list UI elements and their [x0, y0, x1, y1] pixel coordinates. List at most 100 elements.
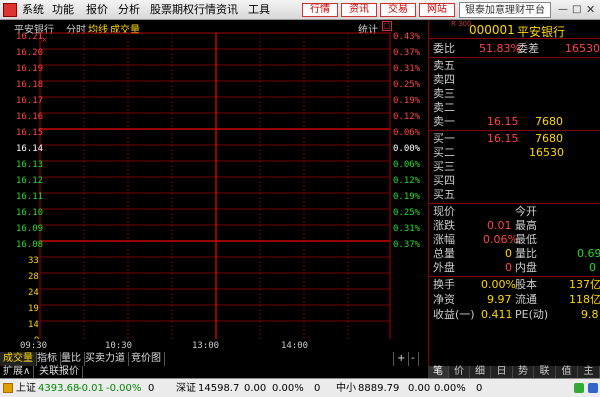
price-label: 16.20 — [16, 48, 44, 58]
tab-auction[interactable]: 竞价图 — [128, 352, 165, 366]
pct-label: 0.43% — [393, 32, 421, 42]
sell-label: 卖一 — [433, 115, 455, 128]
sell-volume: 7680 — [535, 115, 563, 128]
stat-row: 净资 9.97 流通 118亿 — [429, 293, 600, 308]
close-icon[interactable]: ✕ — [586, 3, 595, 16]
tab-link[interactable]: 联 — [534, 366, 556, 378]
tab-volume[interactable]: 成交量 — [0, 352, 37, 366]
buy-label: 买一 — [433, 132, 455, 145]
stat-label: 总量 — [433, 247, 455, 260]
menu-function[interactable]: 功能 — [52, 3, 74, 17]
stat-label: 换手 — [433, 278, 455, 291]
sell-label: 卖五 — [433, 59, 455, 72]
zx-change: 0.00 — [408, 383, 431, 394]
buy-row: 买三 — [429, 160, 600, 174]
restore-icon[interactable]: □ — [572, 4, 581, 15]
stat-row: 收益(一) 0.411 PE(动) 9.8 — [429, 308, 600, 323]
menu-options[interactable]: 股票期权行情 — [150, 3, 216, 17]
detail-tabs: 笔 价 细 日 势 联 值 主 — [428, 366, 600, 378]
trade-button[interactable]: 交易 — [380, 3, 416, 17]
stat-value: 0 — [505, 247, 512, 260]
stock-code: 000001 — [469, 23, 515, 37]
sell-row: 卖一 16.15 7680 — [429, 115, 600, 129]
stat-value: 0 — [505, 261, 512, 274]
news-button[interactable]: 资讯 — [341, 3, 377, 17]
connection-icon — [574, 383, 584, 393]
tab-buy-sell-power[interactable]: 买卖力道 — [82, 352, 129, 366]
indicator-tabs: 成交量 指标 量比 买卖力道 竞价图 + - — [0, 352, 428, 366]
time-label: 10:30 — [105, 341, 133, 351]
buy-row: 买五 — [429, 188, 600, 202]
vol-label: 28 — [28, 272, 39, 282]
tab-indicator[interactable]: 指标 — [34, 352, 61, 366]
zoom-in-button[interactable]: + — [393, 352, 410, 366]
sh-label[interactable]: 上证 — [16, 382, 36, 395]
sell-label: 卖二 — [433, 101, 455, 114]
tab-expand[interactable]: 扩展∧ — [0, 366, 35, 378]
intraday-chart[interactable]: 平安银行 分时 均线 成交量 统计 □ × 16.21 16.20 16.19 … — [0, 20, 428, 352]
sell-row: 卖五 — [429, 59, 600, 73]
vol-label: 19 — [28, 304, 39, 314]
quote-button[interactable]: 行情 — [302, 3, 338, 17]
divider — [429, 57, 600, 58]
bid-diff-label: 委差 — [517, 42, 539, 55]
menu-bar: 系统 功能 报价 分析 股票期权行情 资讯 工具 行情 资讯 交易 网站 银泰加… — [0, 0, 600, 20]
tab-trend[interactable]: 势 — [513, 366, 534, 378]
pct-label: 0.19% — [393, 96, 421, 106]
stat-label: 股本 — [515, 278, 537, 291]
tab-detail[interactable]: 细 — [470, 366, 491, 378]
zx-value: 8889.79 — [358, 383, 400, 394]
bid-ratio-value: 51.83% — [479, 42, 521, 55]
pct-label: 0.31% — [393, 224, 421, 234]
website-button[interactable]: 网站 — [419, 3, 455, 17]
zx-label[interactable]: 中小 — [336, 382, 356, 395]
price-label: 16.09 — [16, 224, 44, 234]
price-label: 16.13 — [16, 160, 44, 170]
tab-main[interactable]: 主 — [578, 366, 600, 378]
vol-label: 33 — [28, 256, 39, 266]
tab-related-quote[interactable]: 关联报价 — [36, 366, 83, 378]
menu-system[interactable]: 系统 — [22, 3, 44, 17]
tab-tick[interactable]: 笔 — [428, 366, 449, 378]
stat-label: 最高 — [515, 219, 537, 232]
pct-label: 0.25% — [393, 208, 421, 218]
time-axis: 09:30 10:30 13:00 14:00 — [0, 339, 428, 352]
time-label: 13:00 — [192, 341, 220, 351]
menu-analysis[interactable]: 分析 — [118, 3, 140, 17]
tab-price[interactable]: 价 — [449, 366, 470, 378]
stat-value: 9.97 — [487, 293, 512, 306]
sell-label: 卖四 — [433, 73, 455, 86]
stat-row: 外盘 0 内盘 0 — [429, 261, 600, 275]
menu-tools[interactable]: 工具 — [248, 3, 270, 17]
tab-volume-ratio[interactable]: 量比 — [58, 352, 85, 366]
stats2-block: 换手 0.00% 股本 137亿 净资 9.97 流通 118亿 收益(一) 0.411 PE(… — [429, 278, 600, 323]
buy-row: 买四 — [429, 174, 600, 188]
platform-button[interactable]: 银泰加意理财平台 — [459, 2, 551, 18]
sell-row: 卖四 — [429, 73, 600, 87]
zoom-out-button[interactable]: - — [408, 352, 419, 366]
stat-value: 0.411 — [481, 308, 513, 321]
app-logo-icon — [3, 3, 17, 17]
tab-daily[interactable]: 日 — [491, 366, 513, 378]
price-label: 16.19 — [16, 64, 44, 74]
buy-row: 买一 16.15 7680 — [429, 132, 600, 146]
tab-value[interactable]: 值 — [556, 366, 578, 378]
price-label: 16.17 — [16, 96, 44, 106]
menu-quote[interactable]: 报价 — [86, 3, 108, 17]
pct-label: 0.25% — [393, 80, 421, 90]
price-label: 16.10 — [16, 208, 44, 218]
menu-news[interactable]: 资讯 — [216, 3, 238, 17]
index-icon — [3, 383, 13, 393]
index-status-bar: 上证 4393.68 -0.01 -0.00% 0 深证 14598.7 0.0… — [0, 378, 600, 397]
stat-label: 外盘 — [433, 261, 455, 274]
sell-row: 卖二 — [429, 101, 600, 115]
sz-label[interactable]: 深证 — [176, 382, 196, 395]
divider — [429, 38, 600, 39]
divider — [429, 276, 600, 277]
stat-row: 涨幅 0.06% 最低 — [429, 233, 600, 247]
network-icon — [588, 383, 598, 393]
chart-grid: × — [39, 32, 391, 350]
pct-label: 0.31% — [393, 64, 421, 74]
buy-label: 买四 — [433, 174, 455, 187]
minimize-icon[interactable]: — — [558, 4, 568, 15]
